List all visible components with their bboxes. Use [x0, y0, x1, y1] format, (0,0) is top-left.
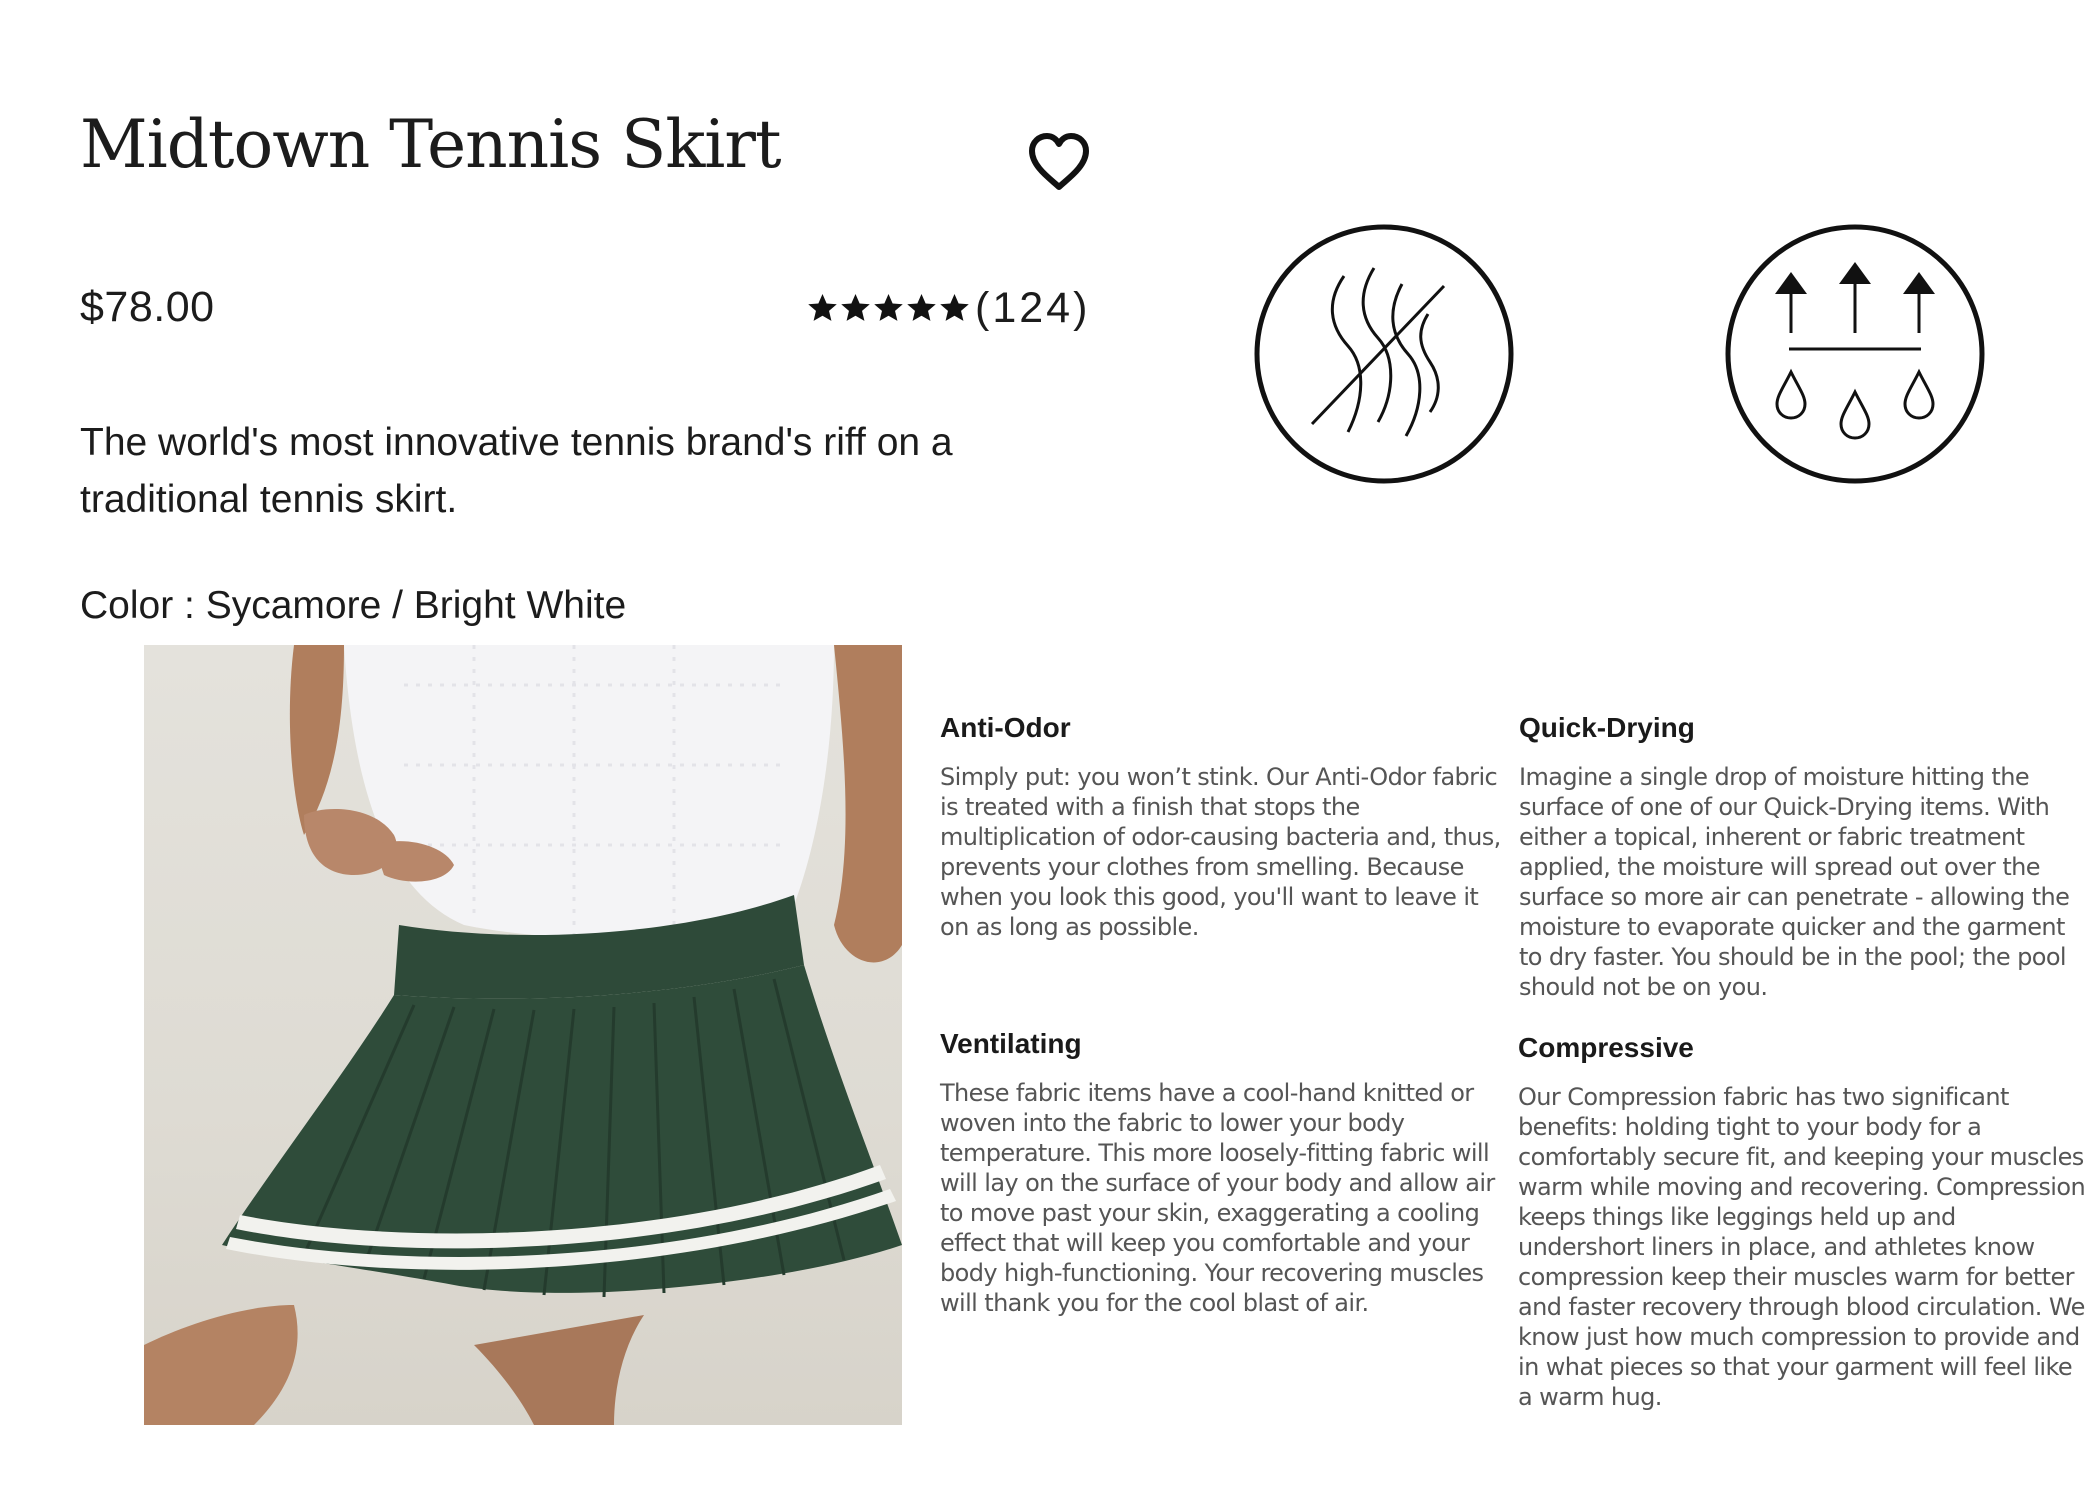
feature-ventilating: Ventilating These fabric items have a co… — [940, 1028, 1510, 1318]
feature-compressive: Compressive Our Compression fabric has t… — [1518, 1032, 2088, 1412]
feature-anti-odor: Anti-Odor Simply put: you won’t stink. O… — [940, 712, 1510, 942]
product-photo — [144, 645, 902, 1425]
feature-description: These fabric items have a cool-hand knit… — [940, 1079, 1495, 1317]
favorite-button[interactable] — [1028, 132, 1090, 192]
star-icon — [808, 294, 837, 321]
product-title: Midtown Tennis Skirt — [80, 106, 781, 183]
anti-odor-icon — [1254, 224, 1514, 484]
product-tagline: The world's most innovative tennis brand… — [80, 421, 953, 521]
feature-title: Quick-Drying — [1519, 712, 1695, 743]
star-rating — [806, 292, 971, 324]
feature-title: Compressive — [1518, 1032, 1694, 1063]
star-icon — [841, 294, 870, 321]
quick-drying-icon — [1725, 224, 1985, 484]
feature-title: Ventilating — [940, 1028, 1082, 1059]
product-price: $78.00 — [80, 283, 215, 331]
feature-quick-drying: Quick-Drying Imagine a single drop of mo… — [1519, 712, 2089, 1002]
feature-description: Our Compression fabric has two significa… — [1518, 1083, 2086, 1411]
color-selection-label: Color : Sycamore / Bright White — [80, 584, 627, 627]
rating-summary[interactable]: (124) — [806, 283, 1090, 333]
feature-description: Imagine a single drop of moisture hittin… — [1519, 763, 2070, 1001]
star-icon — [940, 294, 969, 321]
skirt-illustration — [144, 645, 902, 1425]
review-count: (124) — [975, 283, 1091, 332]
heart-icon — [1029, 133, 1089, 190]
feature-title: Anti-Odor — [940, 712, 1071, 743]
star-icon — [874, 294, 903, 321]
star-icon — [907, 294, 936, 321]
feature-description: Simply put: you won’t stink. Our Anti-Od… — [940, 763, 1501, 941]
